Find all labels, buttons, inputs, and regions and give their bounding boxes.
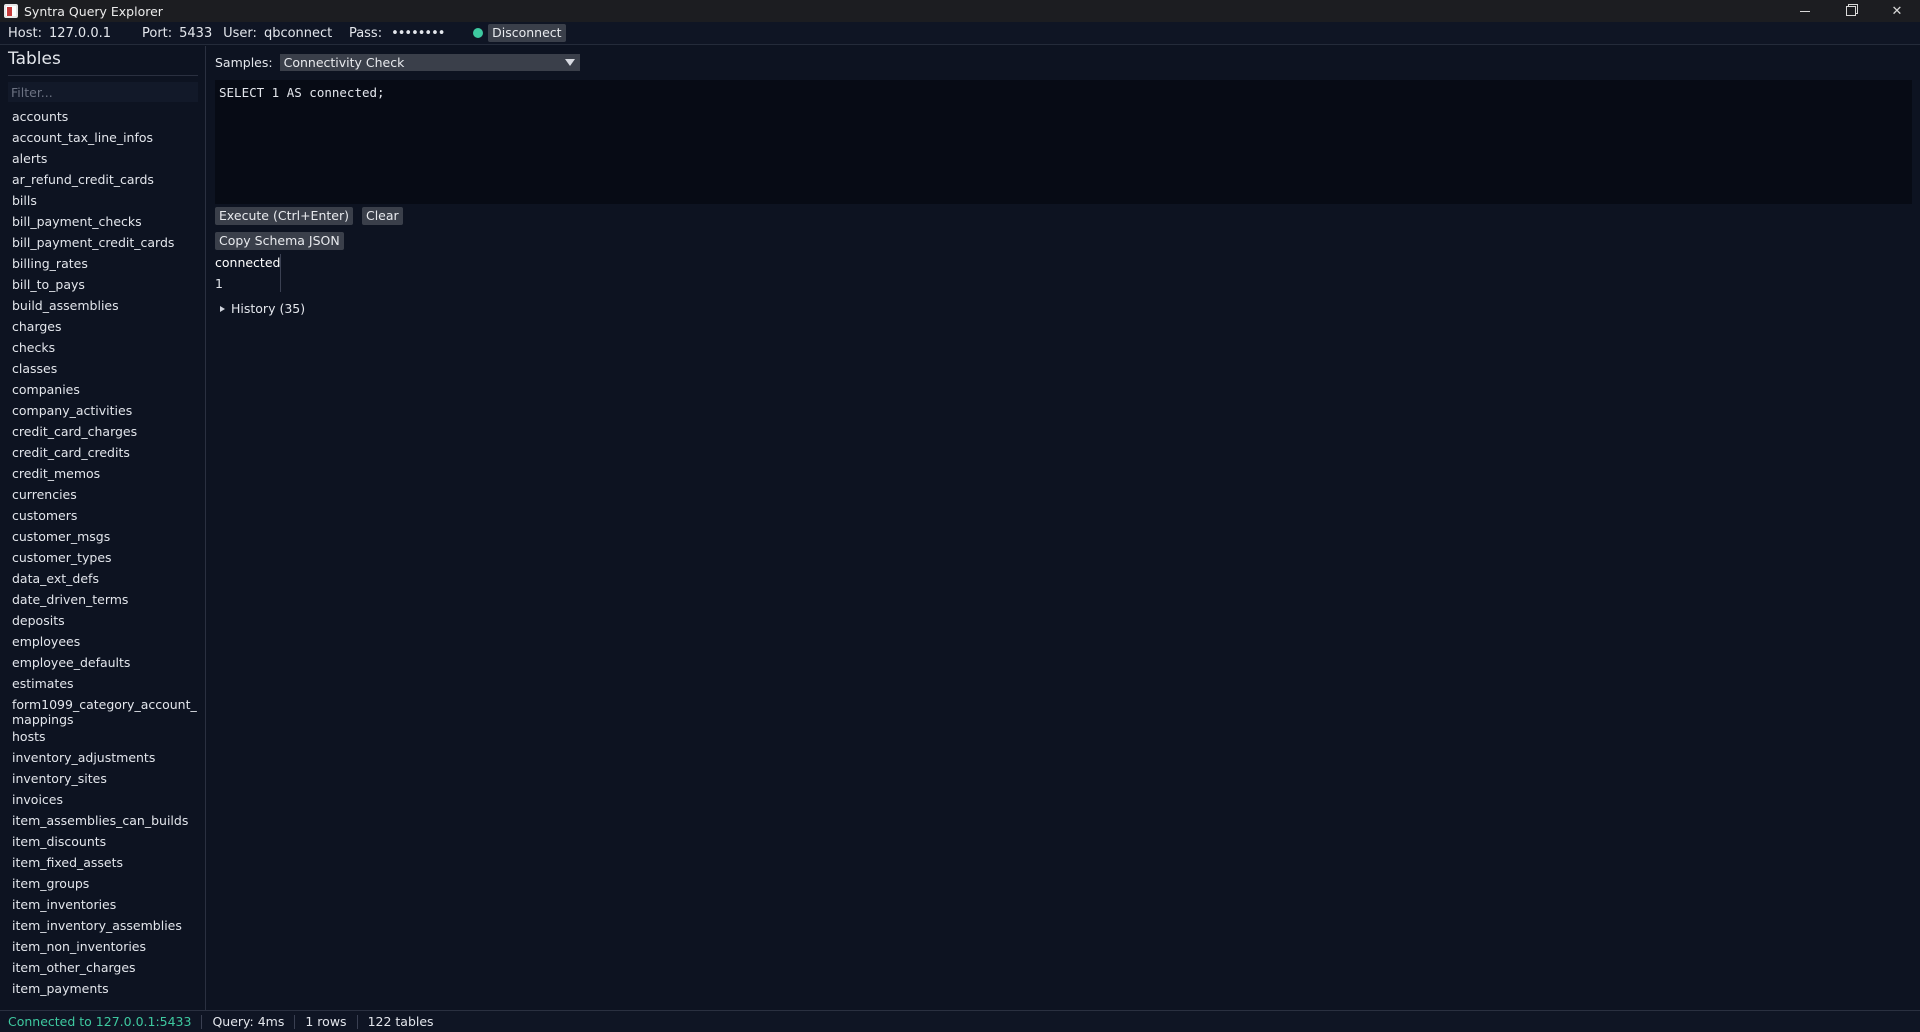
- table-list-item[interactable]: alerts: [12, 150, 198, 171]
- table-list-item[interactable]: hosts: [12, 728, 198, 749]
- user-label: User:: [223, 25, 257, 41]
- table-list-item[interactable]: charges: [12, 318, 198, 339]
- table-list-item[interactable]: credit_card_charges: [12, 423, 198, 444]
- table-list-item[interactable]: billing_rates: [12, 255, 198, 276]
- query-panel: Samples: Connectivity Check SELECT 1 AS …: [207, 46, 1920, 1010]
- status-connected: Connected to 127.0.0.1:5433: [0, 1014, 203, 1029]
- table-list-item[interactable]: item_discounts: [12, 833, 198, 854]
- table-list-item[interactable]: item_fixed_assets: [12, 854, 198, 875]
- result-cell[interactable]: 1: [215, 275, 276, 292]
- connection-status-icon: [473, 28, 484, 38]
- result-column-header[interactable]: connected: [215, 254, 280, 275]
- table-list-item[interactable]: classes: [12, 360, 198, 381]
- table-list-item[interactable]: deposits: [12, 612, 198, 633]
- table-list-item[interactable]: date_driven_terms: [12, 591, 198, 612]
- table-list-item[interactable]: customers: [12, 507, 198, 528]
- table-list-item[interactable]: inventory_adjustments: [12, 749, 198, 770]
- status-table-count: 122 tables: [367, 1013, 434, 1029]
- result-column: connected 1: [215, 254, 281, 292]
- table-list-item[interactable]: invoices: [12, 791, 198, 812]
- status-bar: Connected to 127.0.0.1:5433 Query: 4ms 1…: [0, 1010, 1920, 1032]
- table-list-item[interactable]: estimates: [12, 675, 198, 696]
- samples-selected: Connectivity Check: [283, 55, 405, 70]
- table-list: accounts account_tax_line_infos alerts ar_r…: [12, 108, 198, 1001]
- disconnect-button[interactable]: Disconnect: [488, 24, 566, 42]
- table-list-item[interactable]: employees: [12, 633, 198, 654]
- samples-dropdown[interactable]: Connectivity Check: [279, 54, 580, 71]
- clear-button[interactable]: Clear: [361, 207, 403, 225]
- table-list-item[interactable]: accounts: [12, 108, 198, 129]
- table-filter-input[interactable]: [8, 82, 198, 102]
- table-list-item[interactable]: bill_payment_checks: [12, 213, 198, 234]
- table-list-item[interactable]: inventory_sites: [12, 770, 198, 791]
- close-icon[interactable]: ✕: [1874, 0, 1920, 22]
- table-list-item[interactable]: bill_to_pays: [12, 276, 198, 297]
- table-list-item[interactable]: credit_memos: [12, 465, 198, 486]
- password-field[interactable]: ••••••••: [391, 26, 473, 41]
- app-icon: [4, 4, 18, 18]
- result-grid: connected 1: [215, 254, 281, 292]
- table-list-item[interactable]: item_payments: [12, 980, 198, 1001]
- table-list-item[interactable]: currencies: [12, 486, 198, 507]
- status-row-count: 1 rows: [295, 1014, 358, 1029]
- sql-editor[interactable]: SELECT 1 AS connected;: [215, 80, 1912, 204]
- port-field[interactable]: 5433: [179, 26, 223, 41]
- tables-sidebar: Tables accountsaccount_tax_line_infosale…: [0, 46, 206, 1010]
- table-list-item[interactable]: build_assemblies: [12, 297, 198, 318]
- table-list-item[interactable]: item_other_charges: [12, 959, 198, 980]
- copy-schema-json-button[interactable]: Copy Schema JSON: [215, 232, 344, 250]
- samples-row: Samples: Connectivity Check: [215, 54, 580, 71]
- restore-icon[interactable]: [1828, 0, 1874, 22]
- history-toggle[interactable]: History (35): [220, 301, 305, 316]
- history-label: History (35): [231, 301, 306, 316]
- window-title: Syntra Query Explorer: [24, 3, 163, 19]
- table-list-item[interactable]: item_inventory_assemblies: [12, 917, 198, 938]
- table-list-item[interactable]: bill_payment_credit_cards: [12, 234, 198, 255]
- table-list-item[interactable]: item_assemblies_can_builds: [12, 812, 198, 833]
- user-field[interactable]: qbconnect: [264, 26, 349, 41]
- table-list-item[interactable]: credit_card_credits: [12, 444, 198, 465]
- table-list-item[interactable]: companies: [12, 381, 198, 402]
- table-list-item[interactable]: item_inventories: [12, 896, 198, 917]
- host-field[interactable]: 127.0.0.1: [49, 26, 142, 41]
- connection-bar: Host: 127.0.0.1 Port: 5433 User: qbconne…: [0, 22, 1920, 45]
- table-list-item[interactable]: checks: [12, 339, 198, 360]
- pass-label: Pass:: [348, 25, 383, 41]
- copy-row: Copy Schema JSON: [215, 232, 344, 250]
- status-query-time: Query: 4ms: [202, 1014, 296, 1029]
- table-list-item[interactable]: data_ext_defs: [12, 570, 198, 591]
- sidebar-divider: [8, 75, 198, 76]
- table-list-item[interactable]: account_tax_line_infos: [12, 129, 198, 150]
- table-list-item[interactable]: item_non_inventories: [12, 938, 198, 959]
- sidebar-title: Tables: [8, 49, 61, 69]
- title-bar: Syntra Query Explorer ✕: [0, 0, 1920, 22]
- samples-label: Samples:: [215, 55, 273, 70]
- table-list-item[interactable]: item_groups: [12, 875, 198, 896]
- host-label: Host:: [8, 25, 42, 41]
- table-list-item[interactable]: ar_refund_credit_cards: [12, 171, 198, 192]
- execute-button[interactable]: Execute (Ctrl+Enter): [215, 207, 353, 225]
- window-controls: ✕: [1782, 0, 1920, 22]
- minimize-icon[interactable]: [1782, 0, 1828, 22]
- table-list-item[interactable]: bills: [12, 192, 198, 213]
- table-list-item[interactable]: form1099_category_account_ mappings: [12, 696, 198, 728]
- chevron-down-icon: [564, 59, 575, 66]
- action-row: Execute (Ctrl+Enter) Clear: [215, 207, 403, 225]
- table-list-item[interactable]: customer_types: [12, 549, 198, 570]
- table-list-item[interactable]: company_activities: [12, 402, 198, 423]
- table-list-item[interactable]: customer_msgs: [12, 528, 198, 549]
- chevron-right-icon: [220, 305, 225, 312]
- table-list-item[interactable]: employee_defaults: [12, 654, 198, 675]
- port-label: Port:: [141, 25, 173, 41]
